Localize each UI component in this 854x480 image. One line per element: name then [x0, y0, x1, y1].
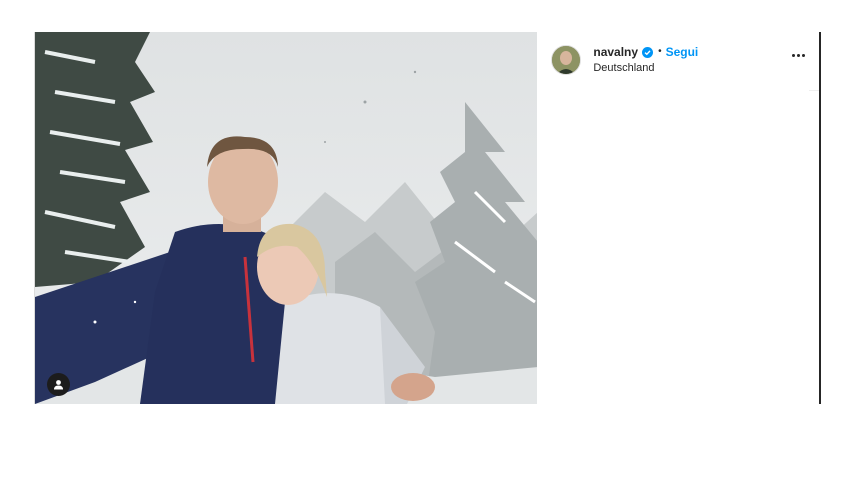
more-options-button[interactable] [792, 54, 805, 57]
follow-button[interactable]: Segui [666, 45, 699, 59]
instagram-post: navalny • Segui Deutschland [34, 32, 821, 404]
snowy-selfie-photo [35, 32, 538, 404]
verified-badge-icon [642, 46, 654, 58]
avatar[interactable] [551, 45, 582, 75]
person-icon [54, 380, 63, 390]
tagged-users-button[interactable] [47, 373, 70, 396]
post-header: navalny • Segui Deutschland [551, 45, 698, 75]
location-link[interactable]: Deutschland [593, 62, 698, 75]
more-horizontal-icon [792, 54, 795, 57]
post-sidebar: navalny • Segui Deutschland [537, 32, 821, 404]
divider [809, 90, 819, 91]
separator-dot: • [658, 46, 662, 58]
post-photo[interactable] [35, 32, 538, 404]
username-link[interactable]: navalny [593, 45, 638, 59]
profile-picture [552, 46, 581, 74]
